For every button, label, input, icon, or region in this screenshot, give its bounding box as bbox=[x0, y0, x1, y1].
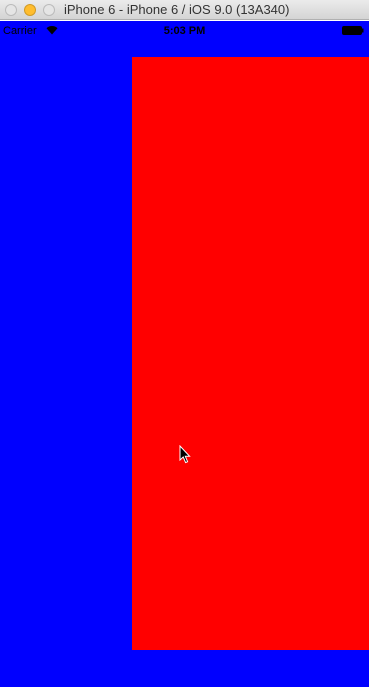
device-screen[interactable]: Carrier 5:03 PM bbox=[0, 21, 369, 687]
red-panel[interactable] bbox=[132, 57, 369, 650]
simulator-window: iPhone 6 - iPhone 6 / iOS 9.0 (13A340) C… bbox=[0, 0, 369, 687]
close-button[interactable] bbox=[5, 4, 17, 16]
status-bar: Carrier 5:03 PM bbox=[0, 21, 369, 41]
status-time: 5:03 PM bbox=[163, 25, 206, 37]
arrow-cursor-icon bbox=[179, 445, 191, 464]
zoom-button[interactable] bbox=[43, 4, 55, 16]
window-title: iPhone 6 - iPhone 6 / iOS 9.0 (13A340) bbox=[64, 2, 290, 17]
minimize-button[interactable] bbox=[24, 4, 36, 16]
title-bar[interactable]: iPhone 6 - iPhone 6 / iOS 9.0 (13A340) bbox=[0, 0, 369, 20]
battery-icon bbox=[342, 26, 364, 35]
